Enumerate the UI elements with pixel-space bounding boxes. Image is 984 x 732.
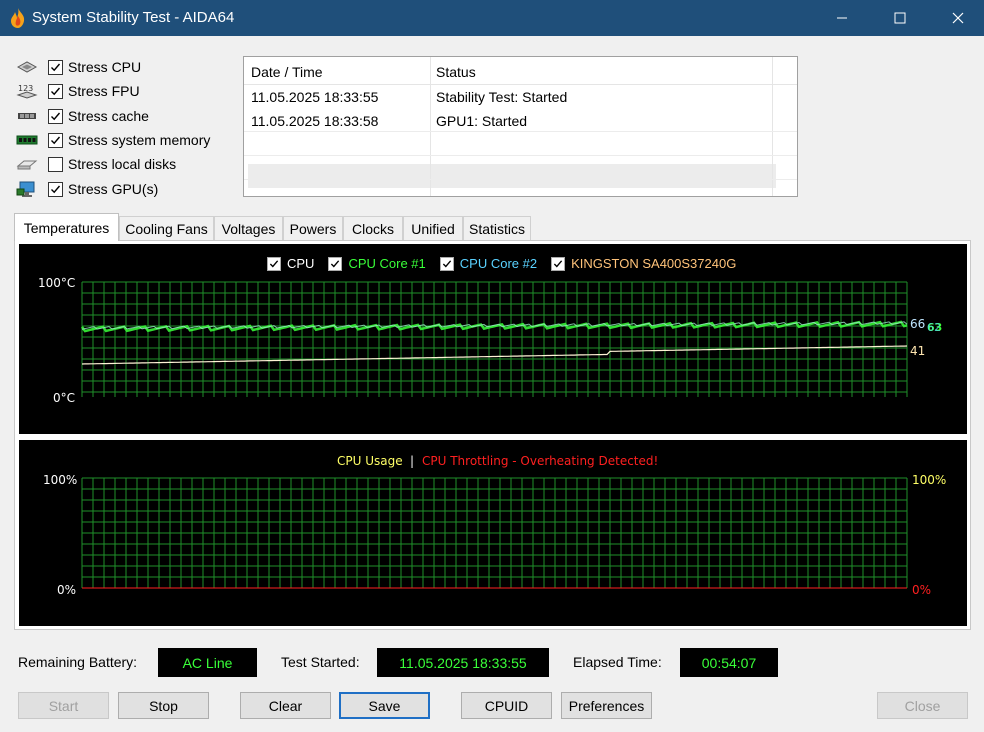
battery-label: Remaining Battery: <box>18 654 138 670</box>
column-divider <box>772 57 773 196</box>
y-max-label: 100°C <box>38 276 75 290</box>
temperature-grid <box>81 281 908 397</box>
stress-memory-label: Stress system memory <box>68 132 211 148</box>
column-header-status[interactable]: Status <box>436 64 476 80</box>
check-icon <box>51 112 61 120</box>
cpu-usage-graph: CPU Usage | CPU Throttling - Overheating… <box>19 440 967 626</box>
clear-button[interactable]: Clear <box>240 692 331 719</box>
log-row-2-status[interactable]: GPU1: Started <box>436 113 527 129</box>
core2-readout: 66 <box>910 317 925 331</box>
row-divider <box>244 131 797 132</box>
maximize-button[interactable] <box>877 0 923 36</box>
maximize-icon <box>894 12 906 24</box>
y-min-label: 0°C <box>53 391 75 405</box>
test-started-value: 11.05.2025 18:33:55 <box>377 648 549 677</box>
right-max-label: 100% <box>912 473 946 487</box>
row-divider <box>244 179 797 180</box>
elapsed-time-value: 00:54:07 <box>680 648 778 677</box>
stress-fpu-option[interactable]: 123 Stress FPU <box>14 80 140 102</box>
gpu-monitor-icon <box>14 179 40 199</box>
test-started-label: Test Started: <box>281 654 360 670</box>
legend-cpu-throttling: CPU Throttling - Overheating Detected! <box>422 454 658 468</box>
usage-grid <box>81 477 908 589</box>
tab-voltages[interactable]: Voltages <box>214 216 283 241</box>
tab-unified[interactable]: Unified <box>403 216 463 241</box>
left-min-label: 0% <box>57 583 76 597</box>
temperature-graph: CPU CPU Core #1 CPU Core #2 KINGSTON SA4… <box>19 244 967 434</box>
cpu-usage-plot: CPU Usage | CPU Throttling - Overheating… <box>43 454 946 597</box>
check-icon <box>51 87 61 95</box>
selected-row-highlight <box>248 164 776 188</box>
cpu-readout: 62 <box>927 321 941 334</box>
stress-memory-option[interactable]: Stress system memory <box>14 129 210 151</box>
tab-clocks[interactable]: Clocks <box>343 216 403 241</box>
tab-temperatures[interactable]: Temperatures <box>14 213 119 241</box>
cache-chip-icon <box>14 106 40 126</box>
stress-gpu-label: Stress GPU(s) <box>68 181 159 197</box>
legend-cpu-usage: CPU Usage <box>337 454 403 468</box>
stress-disks-label: Stress local disks <box>68 156 177 172</box>
event-log-table[interactable]: Date / Time Status 11.05.2025 18:33:55 S… <box>243 56 798 197</box>
fpu-123-icon: 123 <box>14 81 40 101</box>
close-icon <box>952 12 964 24</box>
graph-panel: CPU CPU Core #1 CPU Core #2 KINGSTON SA4… <box>14 240 971 630</box>
preferences-button[interactable]: Preferences <box>561 692 652 719</box>
title-bar: System Stability Test - AIDA64 <box>0 0 984 36</box>
check-icon <box>51 136 61 144</box>
cpu-chip-icon <box>14 57 40 77</box>
minimize-button[interactable] <box>819 0 865 36</box>
stress-cache-checkbox[interactable] <box>48 108 63 124</box>
check-icon <box>51 185 61 193</box>
left-max-label: 100% <box>43 473 77 487</box>
svg-text:123: 123 <box>18 84 33 93</box>
stress-cpu-option[interactable]: Stress CPU <box>14 56 141 78</box>
check-icon <box>51 63 61 71</box>
aida64-flame-icon <box>11 8 25 28</box>
tab-cooling-fans[interactable]: Cooling Fans <box>119 216 214 241</box>
stress-cache-option[interactable]: Stress cache <box>14 105 149 127</box>
tab-powers[interactable]: Powers <box>283 216 343 241</box>
minimize-icon <box>837 17 847 19</box>
stress-cpu-checkbox[interactable] <box>48 59 63 75</box>
log-row-2-datetime[interactable]: 11.05.2025 18:33:58 <box>251 113 378 129</box>
stress-gpu-option[interactable]: Stress GPU(s) <box>14 178 158 200</box>
stress-disks-option[interactable]: Stress local disks <box>14 153 176 175</box>
close-window-button[interactable] <box>935 0 981 36</box>
hard-disk-icon <box>14 154 40 174</box>
column-header-datetime[interactable]: Date / Time <box>251 64 323 80</box>
close-button[interactable]: Close <box>877 692 968 719</box>
battery-value: AC Line <box>158 648 257 677</box>
log-row-1-datetime[interactable]: 11.05.2025 18:33:55 <box>251 89 378 105</box>
tab-statistics[interactable]: Statistics <box>463 216 531 241</box>
temperature-plot: 100°C 0°C 66 63 62 41 <box>38 276 942 405</box>
row-divider <box>244 155 797 156</box>
stress-fpu-label: Stress FPU <box>68 83 140 99</box>
stress-memory-checkbox[interactable] <box>48 132 63 148</box>
stress-gpu-checkbox[interactable] <box>48 181 63 197</box>
save-button[interactable]: Save <box>339 692 430 719</box>
stress-disks-checkbox[interactable] <box>48 156 63 172</box>
disk-readout: 41 <box>910 344 925 358</box>
stress-cpu-label: Stress CPU <box>68 59 142 75</box>
disk-temperature-series <box>81 345 908 365</box>
start-button[interactable]: Start <box>18 692 109 719</box>
elapsed-time-label: Elapsed Time: <box>573 654 662 670</box>
log-header <box>244 57 797 85</box>
cpu-core-temperature-series <box>80 320 908 333</box>
stress-cache-label: Stress cache <box>68 108 149 124</box>
memory-module-icon <box>14 130 40 150</box>
right-min-label: 0% <box>912 583 931 597</box>
log-row-1-status[interactable]: Stability Test: Started <box>436 89 567 105</box>
stress-fpu-checkbox[interactable] <box>48 83 63 99</box>
legend-separator: | <box>410 454 414 468</box>
window-title: System Stability Test - AIDA64 <box>32 9 235 26</box>
stop-button[interactable]: Stop <box>118 692 209 719</box>
cpuid-button[interactable]: CPUID <box>461 692 552 719</box>
column-divider <box>430 57 431 196</box>
